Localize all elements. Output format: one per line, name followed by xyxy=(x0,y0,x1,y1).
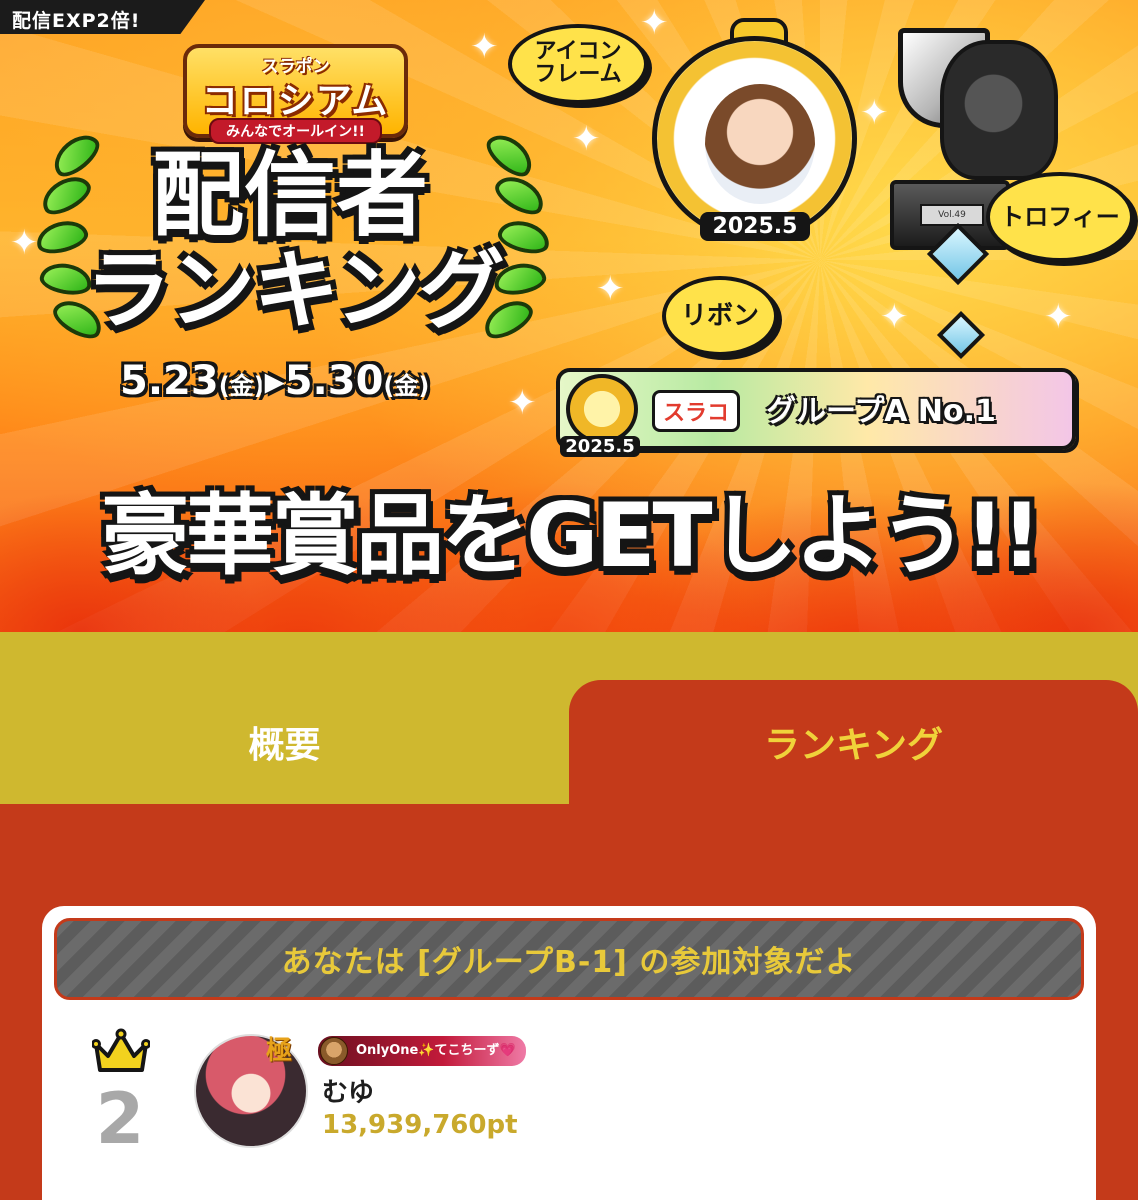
banner-subtitle: ランキング xyxy=(85,241,504,341)
tab-overview[interactable]: 概要 xyxy=(0,680,569,804)
suraco-logo: スラポン コロシアム みんなでオールイン!! xyxy=(183,44,408,144)
frame-avatar-image xyxy=(705,84,815,204)
sparkle-icon: ✦ xyxy=(640,3,669,43)
arrow-icon: ▸ xyxy=(264,358,285,404)
sparkle-icon: ✦ xyxy=(10,223,39,263)
avatar-rank-badge: 極 xyxy=(266,1036,293,1066)
frame-date-label: 2025.5 xyxy=(700,212,810,241)
trophy-plate: Vol.49 xyxy=(920,204,984,226)
rank-number: 2 xyxy=(95,1078,145,1160)
ribbon-date-label: 2025.5 xyxy=(560,436,640,457)
end-day: (金) xyxy=(383,372,430,400)
event-banner: 配信EXP2倍! ✦ ✦ ✦ ✦ ✦ ✦ ✦ ✦ ✦ スラポン コロシアム みん… xyxy=(0,0,1138,632)
ribbon-suraco-label: スラコ xyxy=(652,390,741,432)
tab-ranking[interactable]: ランキング xyxy=(569,680,1138,804)
user-points: 13,939,760pt xyxy=(322,1110,518,1140)
end-date: 5.30 xyxy=(284,358,384,404)
sparkle-icon: ✦ xyxy=(470,27,499,67)
crown-icon xyxy=(92,1028,150,1072)
event-dates: 5.23(金)▸5.30(金) xyxy=(120,354,480,408)
fan-badge: OnlyOne✨てこちーず💗 xyxy=(318,1036,526,1066)
logo-sub-text: みんなでオールイン!! xyxy=(209,118,382,144)
icon-frame-bubble: アイコン フレーム xyxy=(508,24,648,104)
start-day: (金) xyxy=(218,372,265,400)
group-notice: あなたは [グループB-1] の参加対象だよ xyxy=(54,918,1084,1000)
medal-icon xyxy=(566,374,638,444)
sparkle-icon: ✦ xyxy=(572,119,601,159)
sparkle-icon: ✦ xyxy=(880,297,909,337)
logo-main-text: コロシアム xyxy=(201,81,390,122)
ranking-card: あなたは [グループB-1] の参加対象だよ 2 極 OnlyOne✨てこちーず… xyxy=(42,906,1096,1200)
ribbon-bubble: リボン xyxy=(662,276,778,356)
trophy-bubble: トロフィー xyxy=(986,172,1134,262)
exp-double-tab: 配信EXP2倍! xyxy=(0,0,205,34)
sparkle-icon: ✦ xyxy=(508,383,537,423)
banner-headline: 豪華賞品をGETしよう!! xyxy=(101,484,1042,587)
user-name[interactable]: むゆ xyxy=(322,1072,374,1109)
dog-icon xyxy=(320,1037,348,1065)
sparkle-icon: ✦ xyxy=(860,93,889,133)
start-date: 5.23 xyxy=(120,358,219,404)
dragon-mascot-image xyxy=(940,40,1058,180)
fan-badge-text: OnlyOne✨てこちーず💗 xyxy=(356,1043,516,1058)
banner-title: 配信者 xyxy=(151,142,428,249)
sparkle-icon: ✦ xyxy=(596,269,625,309)
tab-bar: 概要 ランキング xyxy=(0,632,1138,804)
ribbon-group-text: グループA No.1 xyxy=(766,394,996,429)
sparkle-icon: ✦ xyxy=(1044,297,1073,337)
